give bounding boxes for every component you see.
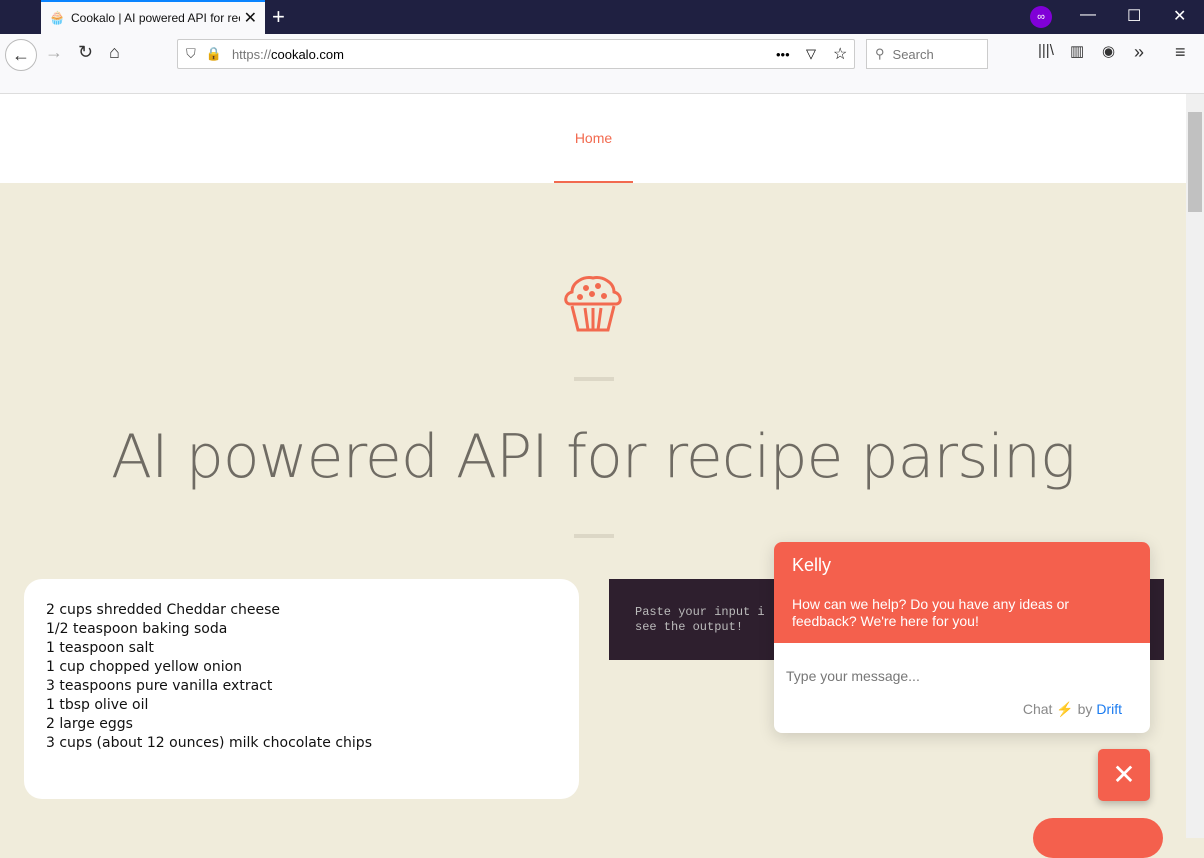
chat-greeting: How can we help? Do you have any ideas o… [792,596,1070,629]
input-line: 1 teaspoon salt [46,640,154,656]
minimize-icon[interactable]: — [1080,6,1096,24]
nav-home-link[interactable]: Home [554,94,633,183]
input-line: 2 cups shredded Cheddar cheese [46,602,281,618]
url-bar[interactable]: ⛉ 🔒 https://cookalo.com ••• ▽ ☆ [177,39,855,69]
chat-label: Chat [1022,701,1053,717]
scrollbar-thumb[interactable] [1188,112,1202,212]
search-icon: ⚲ [875,46,885,61]
new-tab-icon[interactable]: + [272,4,285,30]
close-tab-icon[interactable]: ✕ [244,8,257,28]
url-scheme: https:// [231,46,271,62]
drift-link[interactable]: Drift [1096,701,1122,717]
input-line: 1 cup chopped yellow onion [46,659,243,675]
divider [574,377,614,381]
chat-agent-name: Kelly [792,555,832,575]
account-icon[interactable]: ◉ [1102,42,1115,60]
close-window-icon[interactable]: ✕ [1173,6,1186,26]
chat-message-input[interactable]: Type your message... [774,643,1150,684]
site-nav: Home [0,94,1186,183]
overflow-icon[interactable]: » [1134,42,1144,63]
input-line: 1 tbsp olive oil [46,697,149,713]
forward-icon[interactable]: → [45,42,63,63]
reload-icon[interactable]: ↻ [78,42,93,63]
url-host: cookalo.com [270,46,344,62]
bookmark-star-icon[interactable]: ☆ [833,44,847,64]
lock-icon[interactable]: 🔒 [206,46,222,62]
home-icon[interactable]: ⌂ [109,42,120,63]
cupcake-logo-icon [564,276,622,332]
more-icon[interactable]: ••• [776,47,790,62]
sidebar-icon[interactable]: ▥ [1070,42,1084,60]
pocket-icon[interactable]: ▽ [806,46,816,62]
tab-bar: 🧁 Cookalo | AI powered API for recipe pa… [0,0,1204,34]
cupcake-favicon-icon: 🧁 [49,10,66,25]
search-placeholder: Search [892,46,934,62]
by-label: by [1077,701,1093,717]
input-line: 3 teaspoons pure vanilla extract [46,678,273,694]
chat-branding: Chat ⚡ by Drift [1023,701,1122,718]
input-line: 1/2 teaspoon baking soda [46,621,228,637]
library-icon[interactable]: |||\ [1038,42,1054,59]
close-chat-button[interactable]: ✕ [1098,749,1150,801]
tab-title: Cookalo | AI powered API for recipe pars… [71,11,240,25]
lightning-icon: ⚡ [1056,701,1074,717]
input-line: 2 large eggs [46,716,133,732]
divider [574,534,614,538]
shield-icon[interactable]: ⛉ [186,46,196,62]
input-line: 3 cups (about 12 ounces) milk chocolate … [46,735,372,751]
maximize-icon[interactable]: ☐ [1127,6,1141,26]
recipe-input[interactable]: 2 cups shredded Cheddar cheese 1/2 teasp… [24,579,579,799]
tab-cookalo[interactable]: 🧁 Cookalo | AI powered API for recipe pa… [41,0,265,34]
private-browsing-icon: ∞ [1030,6,1052,28]
cta-button[interactable] [1033,818,1163,858]
back-icon[interactable]: ← [5,39,37,71]
menu-icon[interactable]: ≡ [1175,42,1186,63]
hero-title: AI powered API for recipe parsing [110,422,1076,492]
chat-widget: Kelly How can we help? Do you have any i… [774,542,1150,733]
nav-toolbar: ← → ↻ ⌂ ⛉ 🔒 https://cookalo.com ••• ▽ ☆ … [0,34,1204,94]
search-box[interactable]: ⚲ Search [866,39,988,69]
